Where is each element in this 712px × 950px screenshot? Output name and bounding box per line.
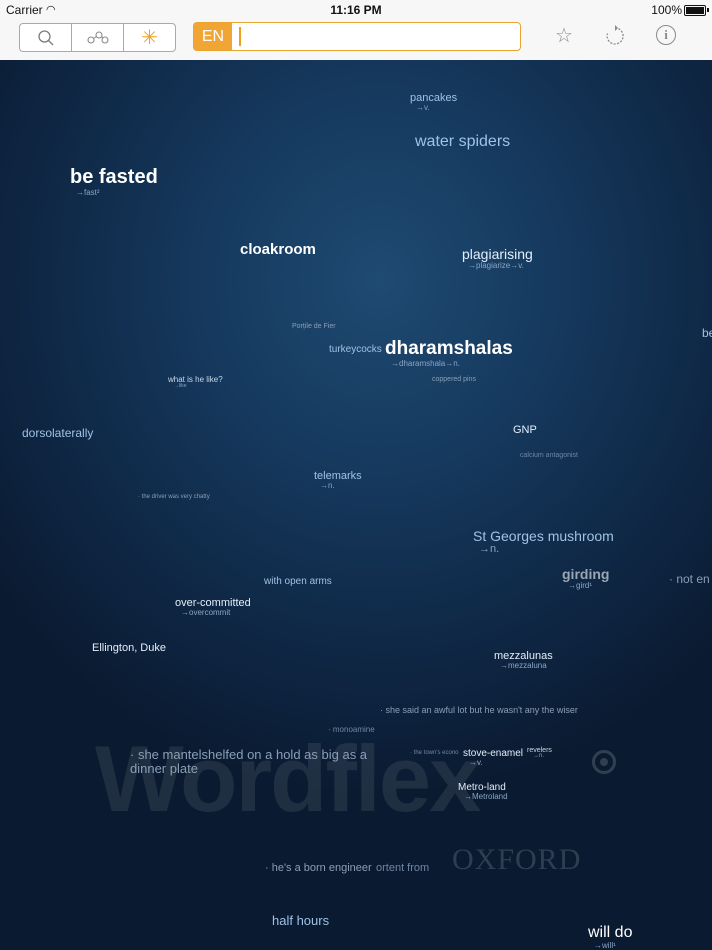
word-item[interactable]: GNP	[513, 424, 537, 436]
status-bar: Carrier ◠ 11:16 PM 100%	[0, 0, 712, 20]
word-item[interactable]: will do →will¹	[588, 924, 632, 950]
word-item[interactable]: · not en	[669, 572, 710, 586]
star-icon[interactable]: ☆	[553, 25, 575, 47]
word-cloud: Wordflex OXFORD pancakes →v. water spider…	[0, 60, 712, 950]
word-item[interactable]: revelers →n.	[527, 747, 552, 759]
word-item[interactable]: · she mantelshelfed on a hold as big as …	[130, 748, 390, 776]
word-item[interactable]: coppered pins	[432, 376, 476, 383]
word-item[interactable]: be fasted →fast²	[70, 166, 158, 197]
toolbar: ✳ EN ☆ i	[0, 20, 712, 61]
language-selector[interactable]: EN	[194, 23, 232, 50]
word-item[interactable]: girding →gird¹	[562, 566, 609, 590]
word-item[interactable]: · she said an awful lot but he wasn't an…	[380, 705, 580, 715]
word-item[interactable]: telemarks →n.	[314, 470, 362, 490]
view-mode-segmented-control: ✳	[19, 23, 176, 52]
word-item[interactable]: · monoamine	[328, 725, 375, 734]
network-icon[interactable]	[72, 24, 124, 51]
word-item[interactable]: over-committed →overcommit	[175, 597, 251, 617]
info-icon[interactable]: i	[656, 25, 676, 45]
word-item[interactable]: with open arms	[264, 576, 332, 587]
word-item[interactable]: stove-enamel →v.	[463, 748, 523, 767]
search-icon[interactable]	[20, 24, 72, 51]
battery-icon	[684, 5, 706, 16]
word-item[interactable]: mezzalunas →mezzaluna	[494, 650, 553, 670]
word-item[interactable]: pancakes →v.	[410, 92, 457, 112]
oxford-watermark: OXFORD	[452, 843, 582, 876]
word-item[interactable]: St Georges mushroom →n.	[473, 528, 614, 555]
word-item[interactable]: · the town's econo	[410, 750, 459, 756]
word-item[interactable]: Metro-land →Metroland	[458, 782, 508, 801]
word-item[interactable]: dharamshalas →dharamshala→n.	[385, 338, 513, 368]
word-item[interactable]: dorsolaterally	[22, 426, 93, 440]
refresh-icon[interactable]	[604, 25, 626, 47]
word-item[interactable]: · the driver was very chatty	[138, 494, 210, 500]
word-item[interactable]: be	[702, 326, 712, 340]
word-item[interactable]: ortent from	[376, 862, 429, 874]
search-bar: EN	[193, 22, 521, 51]
word-item[interactable]: what is he like? →like	[168, 375, 223, 389]
wordflex-watermark: Wordflex	[95, 726, 481, 831]
word-item[interactable]: cloakroom	[240, 241, 316, 258]
word-item[interactable]: water spiders	[415, 133, 510, 151]
word-item[interactable]: Ellington, Duke	[92, 642, 166, 654]
battery-tip	[707, 8, 709, 12]
registered-icon	[592, 750, 616, 774]
word-item[interactable]: Porțile de Fier	[292, 323, 336, 330]
word-item[interactable]: turkeycocks	[329, 344, 382, 355]
search-input[interactable]	[236, 25, 518, 49]
clock: 11:16 PM	[330, 3, 382, 17]
asterisk-icon[interactable]: ✳	[124, 24, 175, 51]
word-item[interactable]: · he's a born engineer	[265, 862, 372, 874]
word-item[interactable]: plagiarising →plagiarize→v.	[462, 246, 533, 270]
word-item[interactable]: half hours	[272, 913, 329, 928]
word-item[interactable]: calcium antagonist	[520, 452, 578, 459]
battery-percent: 100%	[651, 3, 682, 17]
